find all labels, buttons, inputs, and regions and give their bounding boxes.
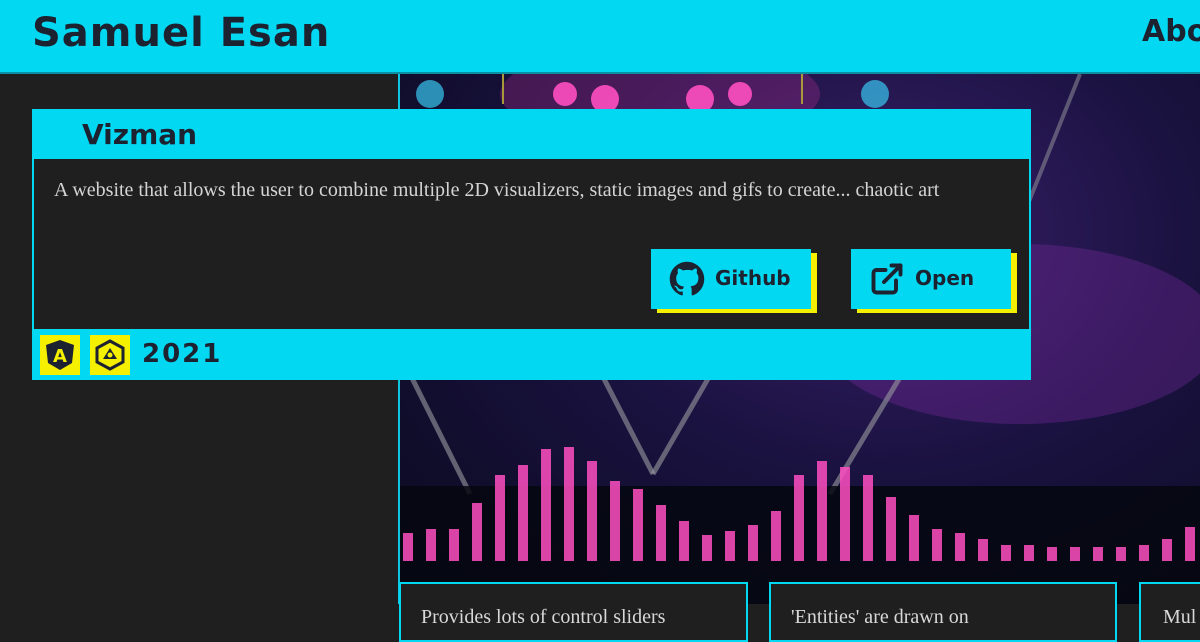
visualizer-bar: [840, 467, 850, 561]
visualizer-bar: [863, 475, 873, 561]
visualizer-bar: [1047, 547, 1057, 561]
visualizer-bar: [403, 533, 413, 561]
github-button-label: Github: [715, 266, 791, 290]
angular-icon: A: [40, 335, 80, 375]
visualizer-bar: [909, 515, 919, 561]
visualizer-bar: [794, 475, 804, 561]
ionic-icon: [90, 335, 130, 375]
visualizer-bar: [587, 461, 597, 561]
feature-card-2: 'Entities' are drawn on: [769, 582, 1117, 642]
visualizer-bar: [1093, 547, 1103, 561]
visualizer-bar: [978, 539, 988, 561]
feature-card-3: Mul: [1139, 582, 1200, 642]
visualizer-bar: [1001, 545, 1011, 561]
visualizer-bar: [1185, 527, 1195, 561]
visualizer-bar: [932, 529, 942, 561]
visualizer-bar: [817, 461, 827, 561]
site-title[interactable]: Samuel Esan: [32, 10, 330, 56]
github-button[interactable]: Github: [651, 249, 811, 309]
feature-card-1: Provides lots of control sliders: [399, 582, 748, 642]
visualizer-bar: [449, 529, 459, 561]
project-title: Vizman: [82, 118, 198, 151]
visualizer-bar: [656, 505, 666, 561]
svg-text:A: A: [53, 346, 67, 367]
site-header: Samuel Esan About: [0, 0, 1200, 74]
github-icon: [669, 261, 705, 296]
open-button-label: Open: [915, 266, 975, 290]
project-card: Vizman A website that allows the user to…: [32, 109, 1031, 380]
feature-text: Mul: [1163, 606, 1197, 628]
feature-text: Provides lots of control sliders: [421, 606, 666, 628]
visualizer-bar: [1024, 545, 1034, 561]
visualizer-bar: [725, 531, 735, 561]
project-year: 2021: [142, 339, 223, 369]
visualizer-bar: [1116, 547, 1126, 561]
visualizer-bar: [679, 521, 689, 561]
visualizer-bar: [955, 533, 965, 561]
nav-about-link[interactable]: About: [1142, 14, 1200, 49]
visualizer-bar: [1070, 547, 1080, 561]
visualizer-bar: [771, 511, 781, 561]
visualizer-bar: [495, 475, 505, 561]
visualizer-bar: [426, 529, 436, 561]
project-description: A website that allows the user to combin…: [54, 179, 940, 201]
feature-text: 'Entities' are drawn on: [791, 606, 969, 628]
visualizer-bar: [1162, 539, 1172, 561]
external-link-icon: [871, 263, 903, 295]
project-card-footer: A 2021: [32, 329, 1031, 380]
visualizer-bar: [748, 525, 758, 561]
visualizer-bar: [564, 447, 574, 561]
visualizer-bar: [518, 465, 528, 561]
visualizer-bar: [541, 449, 551, 561]
project-card-header: Vizman: [32, 109, 1031, 159]
open-button[interactable]: Open: [851, 249, 1011, 309]
visualizer-bar: [702, 535, 712, 561]
visualizer-bar: [1139, 545, 1149, 561]
visualizer-bar: [472, 503, 482, 561]
visualizer-bar: [633, 489, 643, 561]
project-card-body: A website that allows the user to combin…: [32, 159, 1031, 329]
visualizer-bar: [610, 481, 620, 561]
visualizer-bar: [886, 497, 896, 561]
